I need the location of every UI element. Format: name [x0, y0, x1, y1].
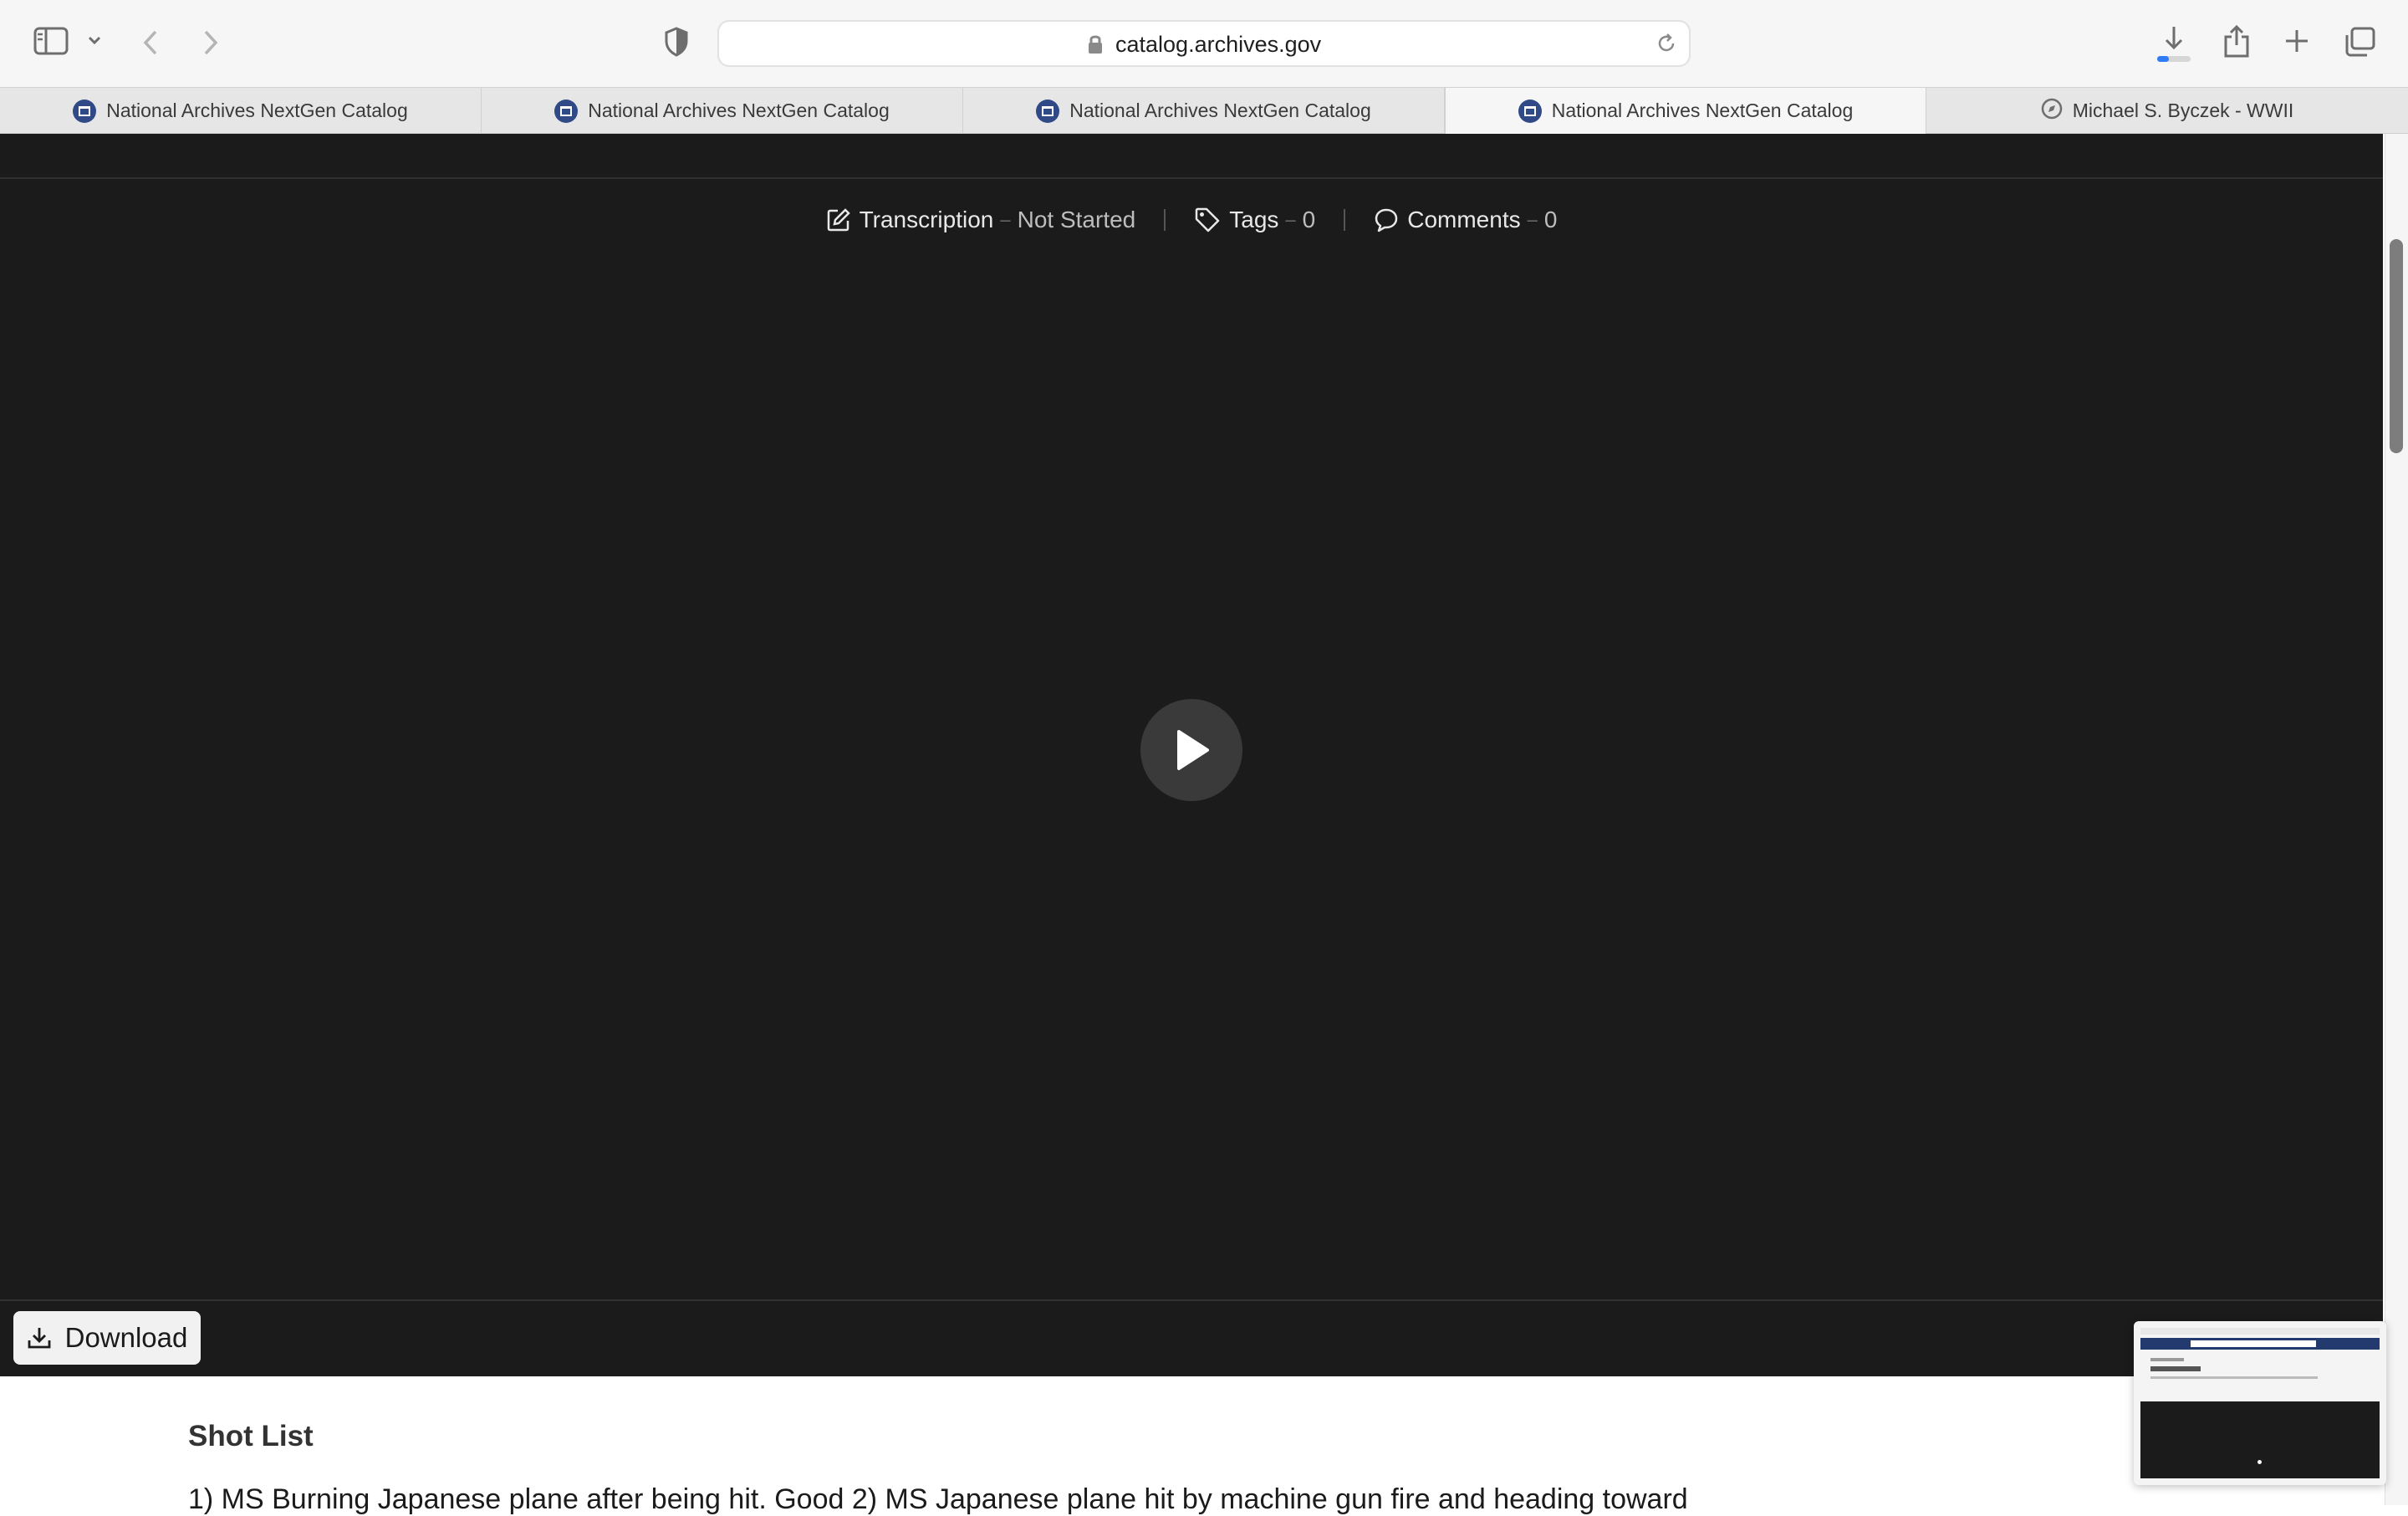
address-url: catalog.archives.gov [1115, 32, 1322, 57]
play-button[interactable] [1140, 699, 1242, 801]
downloads-icon[interactable] [2155, 25, 2192, 64]
tags-label: Tags [1229, 207, 1279, 232]
scrollbar-thumb[interactable] [2390, 239, 2403, 453]
tab-label: Michael S. Byczek - WWII [2072, 100, 2294, 121]
reload-icon[interactable] [1656, 33, 1677, 59]
download-button[interactable]: Download [13, 1311, 201, 1365]
address-bar[interactable]: catalog.archives.gov [717, 20, 1691, 67]
new-tab-icon[interactable] [2284, 28, 2309, 54]
tag-icon [1196, 207, 1220, 232]
comments-count: 0 [1543, 207, 1558, 232]
separator-dash: – [1285, 209, 1296, 230]
tab-bar: National Archives NextGen Catalog Nation… [0, 87, 2408, 134]
edit-icon [827, 208, 850, 232]
tab-label: National Archives NextGen Catalog [1069, 100, 1371, 121]
share-icon[interactable] [2222, 25, 2251, 59]
transcription-status: Not Started [1017, 207, 1136, 232]
comments-label: Comments [1407, 207, 1521, 232]
archives-favicon-icon [1036, 99, 1060, 123]
tab-archives-2[interactable]: National Archives NextGen Catalog [482, 88, 963, 134]
archives-favicon-icon [73, 99, 97, 123]
compass-icon [2041, 98, 2063, 125]
lock-icon [1087, 33, 1104, 59]
tab-archives-1[interactable]: National Archives NextGen Catalog [0, 88, 482, 134]
tab-archives-4-active[interactable]: National Archives NextGen Catalog [1445, 88, 1926, 134]
divider [0, 177, 2383, 179]
separator-dash: – [1000, 209, 1011, 230]
shot-list-text: 1) MS Burning Japanese plane after being… [188, 1483, 1688, 1515]
contribution-bar: Transcription – Not Started Tags – 0 Com… [0, 199, 2383, 241]
forward-icon[interactable] [201, 28, 221, 57]
comments-link[interactable]: Comments – 0 [1374, 207, 1557, 233]
thumbnail-toolbar [2140, 1328, 2380, 1335]
tab-archives-3[interactable]: National Archives NextGen Catalog [963, 88, 1445, 134]
media-viewer: Transcription – Not Started Tags – 0 Com… [0, 134, 2383, 1376]
thumbnail-text-line [2150, 1376, 2318, 1379]
tab-label: National Archives NextGen Catalog [1551, 100, 1854, 121]
tab-label: National Archives NextGen Catalog [588, 100, 890, 121]
sidebar-toggle-icon[interactable] [33, 27, 69, 55]
tags-count: 0 [1302, 207, 1316, 232]
transcription-link[interactable]: Transcription – Not Started [826, 207, 1136, 233]
tab-byczek-wwii[interactable]: Michael S. Byczek - WWII [1926, 88, 2408, 134]
shot-list-heading: Shot List [188, 1420, 314, 1452]
privacy-shield-icon[interactable] [664, 27, 689, 57]
back-icon[interactable] [140, 28, 161, 57]
thumbnail-header [2140, 1338, 2380, 1350]
page-thumbnail-preview[interactable] [2134, 1321, 2386, 1485]
play-icon [1177, 730, 1209, 770]
tags-link[interactable]: Tags – 0 [1194, 207, 1315, 233]
chevron-down-icon[interactable] [87, 35, 102, 45]
separator-dash: – [1527, 209, 1538, 230]
thumbnail-text-line [2150, 1358, 2184, 1361]
divider [1164, 209, 1166, 231]
download-label: Download [64, 1322, 188, 1353]
tab-label: National Archives NextGen Catalog [106, 100, 408, 121]
thumbnail-text-line [2150, 1366, 2201, 1371]
thumbnail-viewer [2140, 1401, 2380, 1478]
divider [0, 1299, 2383, 1301]
comment-icon [1375, 208, 1398, 232]
transcription-label: Transcription [859, 207, 994, 232]
download-icon [28, 1328, 51, 1349]
tab-overview-icon[interactable] [2344, 27, 2376, 57]
browser-toolbar: catalog.archives.gov [0, 0, 2408, 87]
archives-favicon-icon [1518, 99, 1542, 123]
archives-favicon-icon [554, 99, 579, 123]
divider [1344, 209, 1346, 231]
